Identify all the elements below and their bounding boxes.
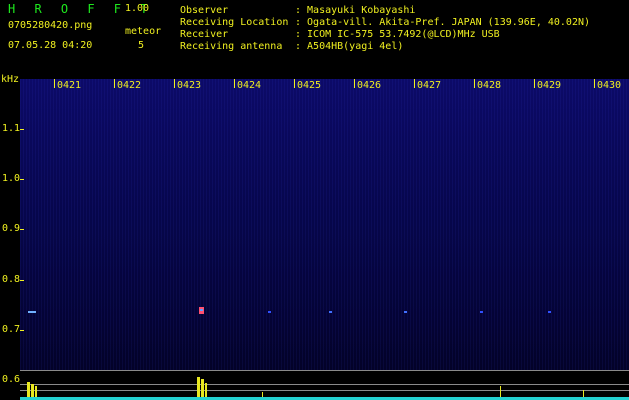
file-name: 0705280420.png — [8, 20, 93, 31]
y-tick — [20, 229, 24, 230]
info-receiver-value: : ICOM IC-575 53.7492(@LCD)MHz USB — [295, 29, 500, 40]
meteor-echo — [268, 311, 271, 313]
y-label-1-0: 1.0 — [2, 173, 21, 184]
info-location-label: Receiving Location — [180, 17, 289, 28]
meteor-label: meteor — [125, 26, 162, 37]
meteor-echo — [480, 311, 483, 313]
x-gridline — [414, 79, 415, 88]
y-label-0-7: 0.7 — [2, 324, 21, 335]
info-antenna-label: Receiving antenna — [180, 41, 283, 52]
detection-panel — [20, 370, 629, 400]
meteor-count: 5 — [138, 40, 145, 51]
timestamp: 07.05.28 04:20 — [8, 40, 93, 51]
app-version: 1.00 — [125, 3, 150, 14]
x-label-0421: 0421 — [57, 80, 82, 91]
x-gridline — [354, 79, 355, 88]
x-gridline — [474, 79, 475, 88]
x-gridline — [294, 79, 295, 88]
y-label-1-1: 1.1 — [2, 123, 21, 134]
meteor-echo — [200, 309, 203, 311]
spectrogram-plot — [20, 79, 629, 400]
info-receiver-label: Receiver — [180, 29, 229, 40]
x-gridline — [114, 79, 115, 88]
threshold-line — [20, 370, 629, 371]
meteor-echo — [404, 311, 407, 313]
y-tick — [20, 330, 24, 331]
x-gridline — [534, 79, 535, 88]
x-label-0426: 0426 — [357, 80, 382, 91]
y-label-0-9: 0.9 — [2, 223, 21, 234]
x-label-0424: 0424 — [237, 80, 262, 91]
y-label-0-8: 0.8 — [2, 274, 21, 285]
x-gridline — [234, 79, 235, 88]
x-label-0429: 0429 — [537, 80, 562, 91]
y-tick — [20, 280, 24, 281]
khz-unit-label: kHz — [1, 74, 20, 85]
info-observer-label: Observer — [180, 5, 229, 16]
y-label-0-6: 0.6 — [2, 374, 21, 385]
x-label-0428: 0428 — [477, 80, 502, 91]
x-label-0423: 0423 — [177, 80, 202, 91]
threshold-line — [20, 390, 629, 391]
x-label-0422: 0422 — [117, 80, 142, 91]
info-antenna-value: : A504HB(yagi 4el) — [295, 41, 404, 52]
x-label-0430: 0430 — [597, 80, 622, 91]
meteor-echo — [28, 311, 36, 313]
x-gridline — [594, 79, 595, 88]
y-tick — [20, 129, 24, 130]
meteor-echo — [329, 311, 332, 313]
info-observer-value: : Masayuki Kobayashi — [295, 5, 416, 16]
y-tick — [20, 179, 24, 180]
x-gridline — [54, 79, 55, 88]
x-label-0427: 0427 — [417, 80, 442, 91]
x-label-0425: 0425 — [297, 80, 322, 91]
meteor-echo — [548, 311, 551, 313]
threshold-line — [20, 384, 629, 385]
x-gridline — [174, 79, 175, 88]
info-location-value: : Ogata-vill. Akita-Pref. JAPAN (139.96E… — [295, 17, 591, 28]
